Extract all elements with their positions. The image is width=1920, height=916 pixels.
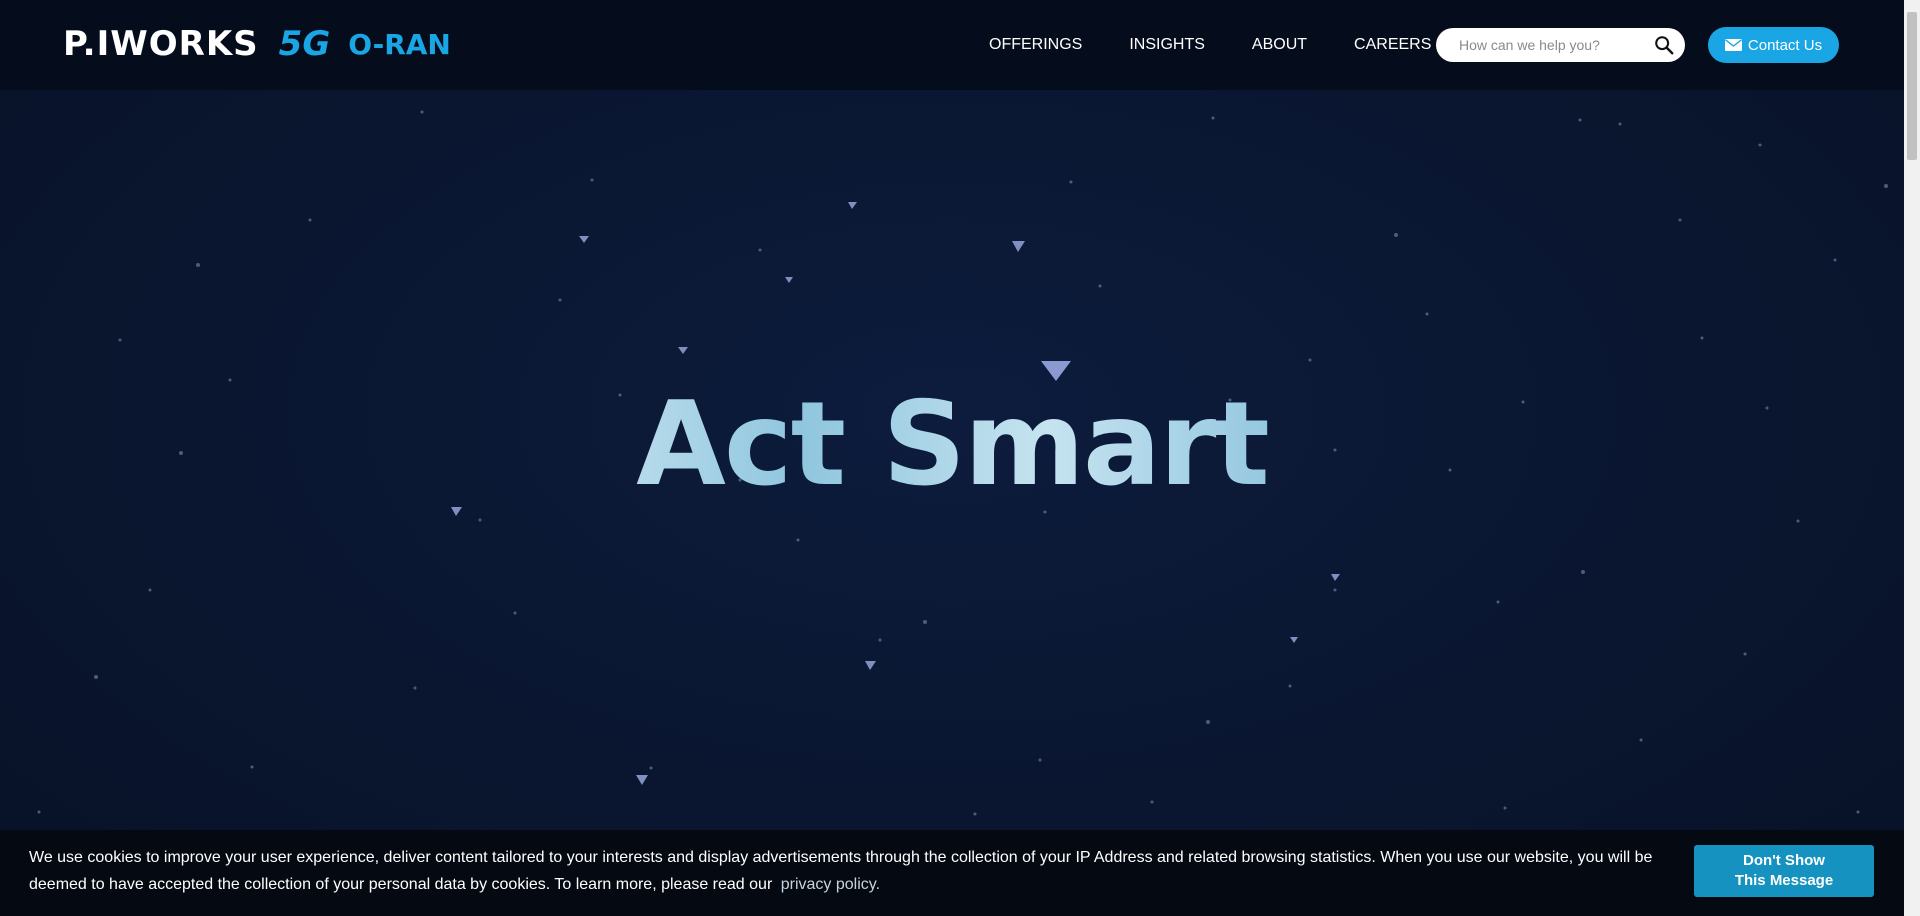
cookie-text: We use cookies to improve your user expe… xyxy=(29,844,1669,898)
nav-item-insights[interactable]: INSIGHTS xyxy=(1129,35,1205,55)
logo-5g: 5G xyxy=(278,24,331,64)
main-nav: OFFERINGS INSIGHTS ABOUT CAREERS xyxy=(989,35,1478,55)
cookie-banner: We use cookies to improve your user expe… xyxy=(0,830,1904,916)
scrollbar-thumb[interactable] xyxy=(1907,12,1917,160)
search-input[interactable] xyxy=(1457,36,1651,54)
search-icon[interactable] xyxy=(1653,34,1675,56)
dont-show-label-line2: This Message xyxy=(1734,872,1834,889)
dont-show-button[interactable]: Don't Show This Message xyxy=(1694,845,1874,897)
hero-title: Act Smart xyxy=(0,380,1904,510)
contact-us-label: Contact Us xyxy=(1747,36,1823,54)
nav-item-about[interactable]: ABOUT xyxy=(1252,35,1307,55)
search-box xyxy=(1436,28,1685,62)
piworks-logo[interactable]: P.IWORKS 5G O-RAN xyxy=(63,24,451,64)
privacy-policy-link[interactable]: privacy policy. xyxy=(781,876,880,893)
contact-us-button[interactable]: Contact Us xyxy=(1708,27,1839,63)
site-header: P.IWORKS 5G O-RAN OFFERINGS INSIGHTS ABO… xyxy=(0,0,1904,90)
logo-oran: O-RAN xyxy=(348,27,451,61)
mail-icon xyxy=(1724,39,1742,51)
page-scrollbar[interactable] xyxy=(1904,0,1920,916)
dont-show-label-line1: Don't Show xyxy=(1743,852,1825,869)
nav-item-offerings[interactable]: OFFERINGS xyxy=(989,35,1082,55)
logo-text: P.IWORKS xyxy=(63,24,259,64)
nav-item-careers[interactable]: CAREERS xyxy=(1354,35,1431,55)
page-background: Act Smart P.IWORKS 5G O-RAN OFFERINGS IN… xyxy=(0,0,1904,916)
